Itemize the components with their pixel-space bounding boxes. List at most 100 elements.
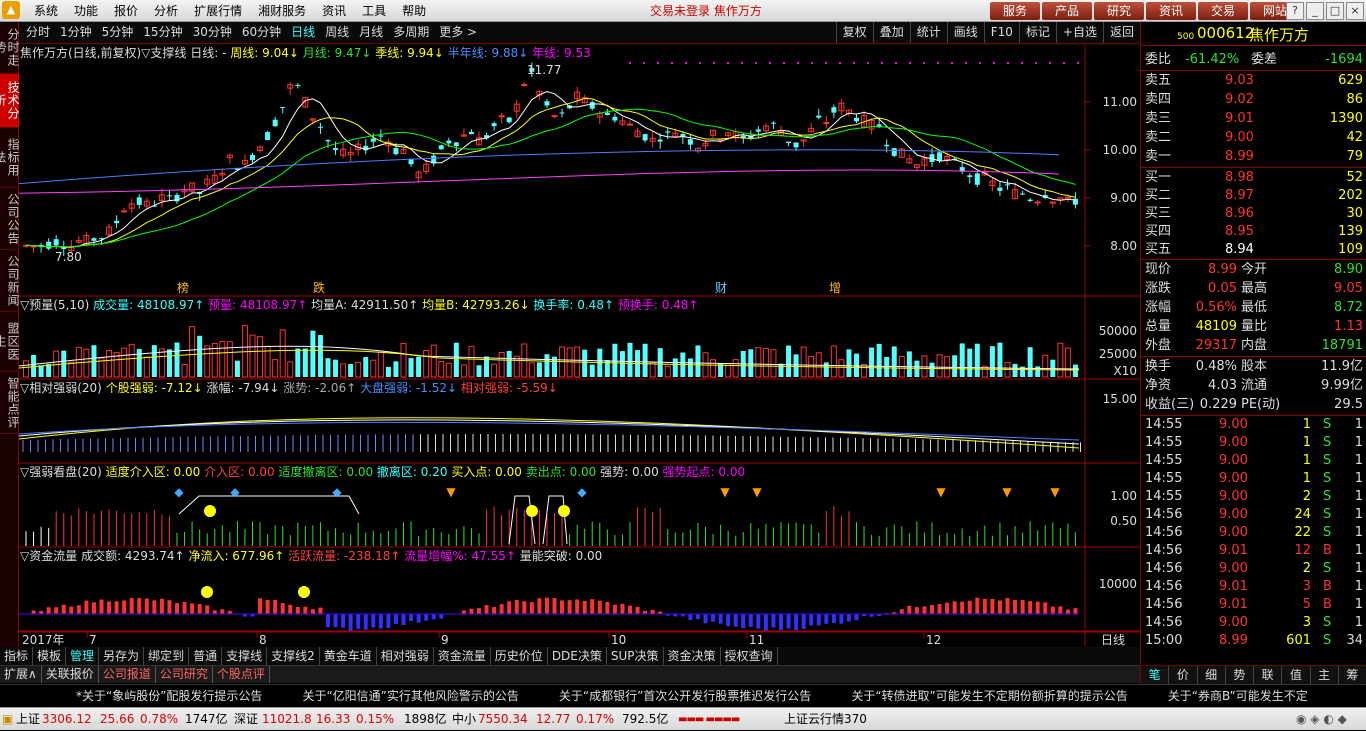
tool-7[interactable]: 返回 [1103,22,1140,43]
period-0[interactable]: 分时 [21,22,55,43]
info-tab-1[interactable]: 关联报价 [42,666,99,683]
close-icon[interactable]: × [1346,2,1364,20]
menu-item-8[interactable]: 帮助 [394,0,434,22]
bid-price: 8.98 [1225,168,1254,187]
indicator-tab-15[interactable]: 授权查询 [721,647,778,665]
flow-bar [205,605,209,614]
period-8[interactable]: 月线 [354,22,388,43]
indicator-tab-14[interactable]: 资金决策 [664,647,721,665]
info-tab-3[interactable]: 公司研究 [156,666,213,683]
period-2[interactable]: 5分钟 [97,22,139,43]
diamond-icon-orange-2: ▼ [752,485,762,499]
period-10[interactable]: 更多 > [434,22,482,43]
indicator-tab-1[interactable]: 模板 [33,647,66,665]
period-3[interactable]: 15分钟 [138,22,187,43]
flow-bar [1021,600,1025,614]
info-tab-0[interactable]: 扩展∧ [0,666,42,683]
left-tab-6[interactable]: 智能点评 [0,372,19,434]
left-tab-3[interactable]: 公司公告 [0,188,19,250]
quote-tab-7[interactable]: 筹 [1339,666,1366,684]
flow-bar [613,605,617,614]
ticker-item-4[interactable]: 关于“券商B”可能发生不定 [1168,685,1308,706]
quote-tab-3[interactable]: 势 [1226,666,1254,684]
service-button-1[interactable]: 产品 [1042,2,1092,20]
indicator-tab-2[interactable]: 管理 [66,647,99,665]
period-7[interactable]: 周线 [320,22,354,43]
ma-day: 日线: - [190,46,226,60]
indicator-tab-9[interactable]: 相对强弱 [377,647,434,665]
info-tab-4[interactable]: 个股点评 [213,666,270,683]
menu-item-0[interactable]: 系统 [26,0,66,22]
left-tab-0[interactable]: 分时走势 [0,22,19,74]
tool-4[interactable]: F10 [984,22,1019,43]
volume-bar [688,358,693,377]
flow-bar [1066,610,1070,614]
menu-item-1[interactable]: 功能 [66,0,106,22]
tool-2[interactable]: 统计 [910,22,947,43]
service-button-4[interactable]: 交易 [1198,2,1248,20]
period-9[interactable]: 多周期 [388,22,434,43]
period-4[interactable]: 30分钟 [188,22,237,43]
menu-item-3[interactable]: 分析 [146,0,186,22]
volume-bar [960,343,965,377]
tool-5[interactable]: 标记 [1019,22,1056,43]
maximize-icon[interactable]: □ [1326,2,1344,20]
service-button-2[interactable]: 研究 [1094,2,1144,20]
period-5[interactable]: 60分钟 [237,22,286,43]
tool-3[interactable]: 画线 [947,22,984,43]
quote-tab-2[interactable]: 细 [1198,666,1226,684]
left-tab-2[interactable]: 指标用法 [0,128,19,188]
ticker-item-3[interactable]: 关于“转债进取”可能发生不定期份额折算的提示公告 [851,685,1127,706]
candle-body [46,242,51,249]
stat2-value2: 11.9亿 [1321,357,1363,376]
tick-side: S [1323,632,1331,650]
indicator-tab-10[interactable]: 资金流量 [434,647,491,665]
minimize-icon[interactable]: _ [1306,2,1324,20]
indicator-tab-6[interactable]: 支撑线 [222,647,267,665]
menu-item-6[interactable]: 资讯 [314,0,354,22]
quote-tab-4[interactable]: 联 [1254,666,1282,684]
tool-6[interactable]: +自选 [1056,22,1103,43]
quote-tab-0[interactable]: 笔 [1141,666,1169,684]
chart-area[interactable]: 11.0010.009.008.0011.777.80榜跌财增500002500… [19,44,1140,646]
menu-item-7[interactable]: 工具 [354,0,394,22]
period-1[interactable]: 1分钟 [55,22,97,43]
flow-bar [734,614,738,627]
ticker-item-2[interactable]: 关于“成都银行”首次公开发行股票推迟发行公告 [559,685,811,706]
indicator-tab-7[interactable]: 支撑线2 [267,647,320,665]
indicator-tab-12[interactable]: DDE决策 [548,647,607,665]
quote-tab-5[interactable]: 值 [1282,666,1310,684]
indicator-tab-0[interactable]: 指标 [0,647,33,665]
quote-tab-1[interactable]: 价 [1169,666,1197,684]
volume-bar [273,360,278,377]
quote-tab-6[interactable]: 主 [1311,666,1339,684]
ticker-item-0[interactable]: *关于“象屿股份”配股发行提示公告 [76,685,262,706]
indicator-tab-8[interactable]: 黄金车道 [320,647,377,665]
indicator-tab-11[interactable]: 历史价位 [491,647,548,665]
flow-bar [349,614,353,631]
bid-label: 买二 [1145,186,1171,205]
volume-bar [673,358,678,377]
service-button-0[interactable]: 服务 [990,2,1040,20]
service-button-3[interactable]: 资讯 [1146,2,1196,20]
indicator-tab-3[interactable]: 另存为 [99,647,144,665]
menu-item-5[interactable]: 湘财服务 [250,0,314,22]
menu-item-2[interactable]: 报价 [106,0,146,22]
info-tab-2[interactable]: 公司报道 [99,666,156,683]
indicator-tab-13[interactable]: SUP决策 [607,647,664,665]
menu-item-4[interactable]: 扩展行情 [186,0,250,22]
period-6[interactable]: 日线 [286,22,320,43]
help-icon[interactable]: ? [1286,2,1304,20]
news-ticker[interactable]: *关于“象屿股份”配股发行提示公告 关于“亿阳信通”实行其他风险警示的公告 关于“成… [0,684,1366,706]
tool-0[interactable]: 复权 [836,22,873,43]
tick-row: 15:008.99601S34 [1141,632,1366,650]
left-tab-4[interactable]: 公司新闻 [0,250,19,312]
left-tab-1[interactable]: 技术分析 [0,74,19,128]
tool-1[interactable]: 叠加 [873,22,910,43]
ticker-item-1[interactable]: 关于“亿阳信通”实行其他风险警示的公告 [302,685,518,706]
indicator-tab-4[interactable]: 绑定到 [144,647,189,665]
indicator-tab-5[interactable]: 普通 [189,647,222,665]
ask-label: 卖四 [1145,90,1171,109]
tray-icons[interactable]: ◉ ◈ ◐ ◆ [1296,708,1347,731]
left-tab-5[interactable]: 盟区医生 [0,312,19,372]
